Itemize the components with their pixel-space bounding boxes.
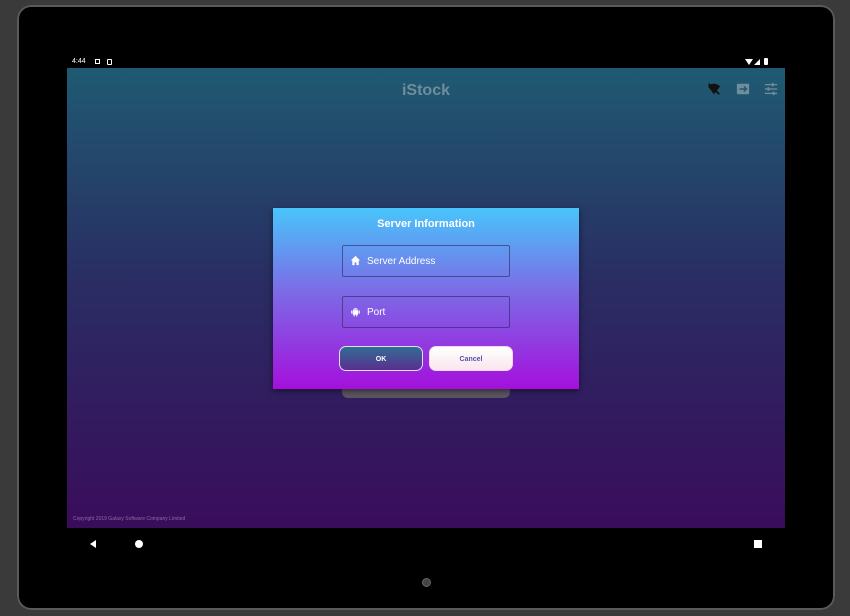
device-screen: 4:44 iStock Server Information Server Ad… (67, 56, 785, 560)
hardware-button (422, 578, 431, 587)
port-field[interactable] (342, 296, 510, 328)
background-panel-edge (342, 388, 510, 398)
battery-icon (764, 58, 768, 65)
settings-sliders-icon[interactable] (764, 82, 778, 96)
server-address-field[interactable] (342, 245, 510, 277)
wifi-icon (745, 59, 753, 65)
app-background: iStock Server Information Server Address… (67, 68, 785, 528)
app-title: iStock (401, 82, 450, 99)
server-address-input[interactable] (367, 246, 505, 276)
sd-card-icon (107, 59, 112, 65)
recents-icon[interactable] (754, 540, 762, 548)
wifi-off-icon[interactable] (707, 82, 721, 96)
port-input[interactable] (367, 297, 505, 327)
status-bar: 4:44 (67, 56, 785, 68)
back-icon[interactable] (90, 540, 96, 548)
home-icon (350, 255, 361, 266)
signal-icon (754, 59, 760, 65)
cancel-button[interactable]: Cancel (429, 346, 513, 371)
server-information-dialog: Server Information OK Canc (273, 208, 579, 389)
ok-button[interactable]: OK (339, 346, 423, 371)
status-time: 4:44 (72, 58, 86, 65)
home-button-icon[interactable] (135, 540, 143, 548)
notification-icon (95, 59, 100, 64)
import-icon[interactable] (736, 82, 750, 96)
android-icon (351, 308, 360, 317)
copyright-text: Copyright 2019 Galaxy Software Company L… (73, 516, 186, 522)
navigation-bar (67, 528, 785, 560)
dialog-title: Server Information (377, 218, 475, 230)
